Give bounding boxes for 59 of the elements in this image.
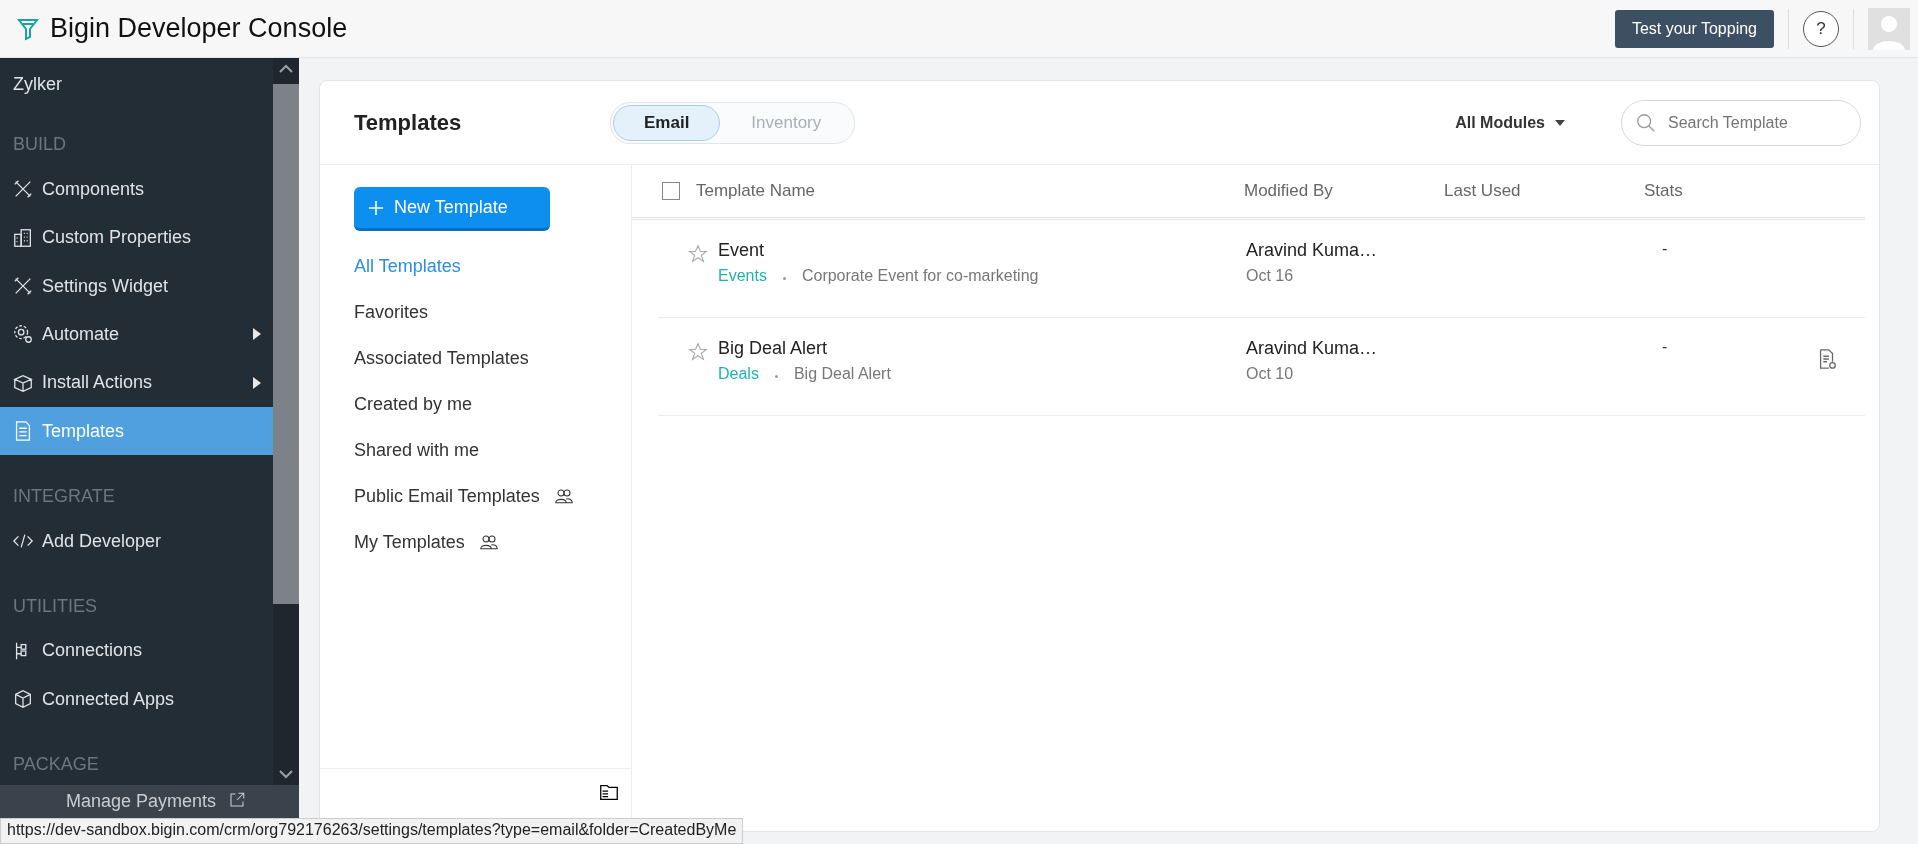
star-icon[interactable]	[688, 342, 708, 362]
template-name[interactable]: Big Deal Alert	[718, 338, 828, 358]
star-icon[interactable]	[688, 244, 708, 264]
search-field[interactable]: Search Template	[1621, 99, 1861, 146]
sidebar-item[interactable]: Connected Apps	[0, 675, 273, 724]
modified-date: Oct 10	[1246, 365, 1294, 382]
help-button[interactable]: ?	[1803, 10, 1839, 47]
sidebar-item[interactable]: Install Actions	[0, 358, 273, 408]
plus-icon	[368, 199, 384, 216]
select-all-checkbox[interactable]	[662, 182, 680, 200]
column-header[interactable]: Template Name	[696, 181, 816, 200]
stats-value: -	[1662, 240, 1668, 257]
chevron-up-icon[interactable]	[279, 64, 293, 74]
table-row[interactable]: Big Deal Alert Deals Big Deal Alert Aravind Kuma… Oct 10 -	[658, 318, 1865, 416]
submenu-arrow-icon	[253, 328, 261, 341]
people-icon	[553, 487, 574, 505]
folder-item[interactable]: Shared with me	[354, 427, 631, 473]
folder-item[interactable]: Public Email Templates	[354, 473, 631, 519]
column-header[interactable]: Last Used	[1444, 181, 1521, 200]
sidebar-item[interactable]: Connections	[0, 626, 273, 676]
people-icon	[478, 533, 499, 551]
template-description: Corporate Event for co-marketing	[801, 267, 1039, 285]
section-heading: INTEGRATE	[13, 485, 115, 507]
app-title: Bigin Developer Console	[50, 13, 348, 44]
sidebar-item[interactable]: Components	[0, 165, 273, 214]
stats-value: -	[1662, 338, 1668, 355]
column-header[interactable]: Modified By	[1244, 181, 1333, 200]
page-title: Templates	[354, 109, 463, 136]
section-heading: PACKAGE	[13, 753, 99, 775]
org-name: Zylker	[12, 73, 63, 96]
sidebar-item[interactable]: Add Developer	[0, 516, 273, 566]
section-heading: UTILITIES	[13, 595, 97, 617]
module-dropdown[interactable]: All Modules	[1449, 112, 1571, 133]
submenu-arrow-icon	[253, 376, 261, 389]
folder-item[interactable]: Favorites	[354, 289, 631, 335]
status-bar-url: https://dev-sandbox.bigin.com/crm/org792176263/settings/templates?type=email&folder=CreatedByMe	[0, 818, 744, 844]
column-header[interactable]: Stats	[1644, 181, 1683, 200]
table-row[interactable]: Event Events Corporate Event for co-marketing Aravind Kuma… Oct 16 -	[658, 220, 1865, 318]
section-heading: BUILD	[13, 133, 66, 155]
sidebar-item[interactable]: Automate	[0, 310, 273, 359]
template-name[interactable]: Event	[718, 240, 765, 260]
chevron-down-icon[interactable]	[279, 769, 293, 779]
template-description: Big Deal Alert	[793, 365, 891, 383]
building-icon	[12, 226, 34, 249]
external-link-icon	[228, 791, 247, 809]
modified-date: Oct 16	[1246, 267, 1294, 284]
test-topping-button[interactable]: Test your Topping	[1614, 9, 1774, 48]
sidebar-item[interactable]: Settings Widget	[0, 261, 273, 311]
folder-item[interactable]: Created by me	[354, 381, 631, 427]
manage-payments-link[interactable]: Manage Payments	[66, 791, 217, 812]
tab[interactable]: Email	[613, 104, 721, 141]
folder-item[interactable]: Associated Templates	[354, 335, 631, 381]
folder-item[interactable]: My Templates	[354, 519, 631, 565]
sidebar-item[interactable]: Custom Properties	[0, 213, 273, 262]
cube-icon	[12, 688, 34, 711]
modified-by: Aravind Kuma…	[1246, 338, 1378, 358]
modified-by: Aravind Kuma…	[1246, 240, 1378, 260]
scrollbar[interactable]	[273, 58, 299, 785]
gear-icon	[12, 323, 34, 346]
